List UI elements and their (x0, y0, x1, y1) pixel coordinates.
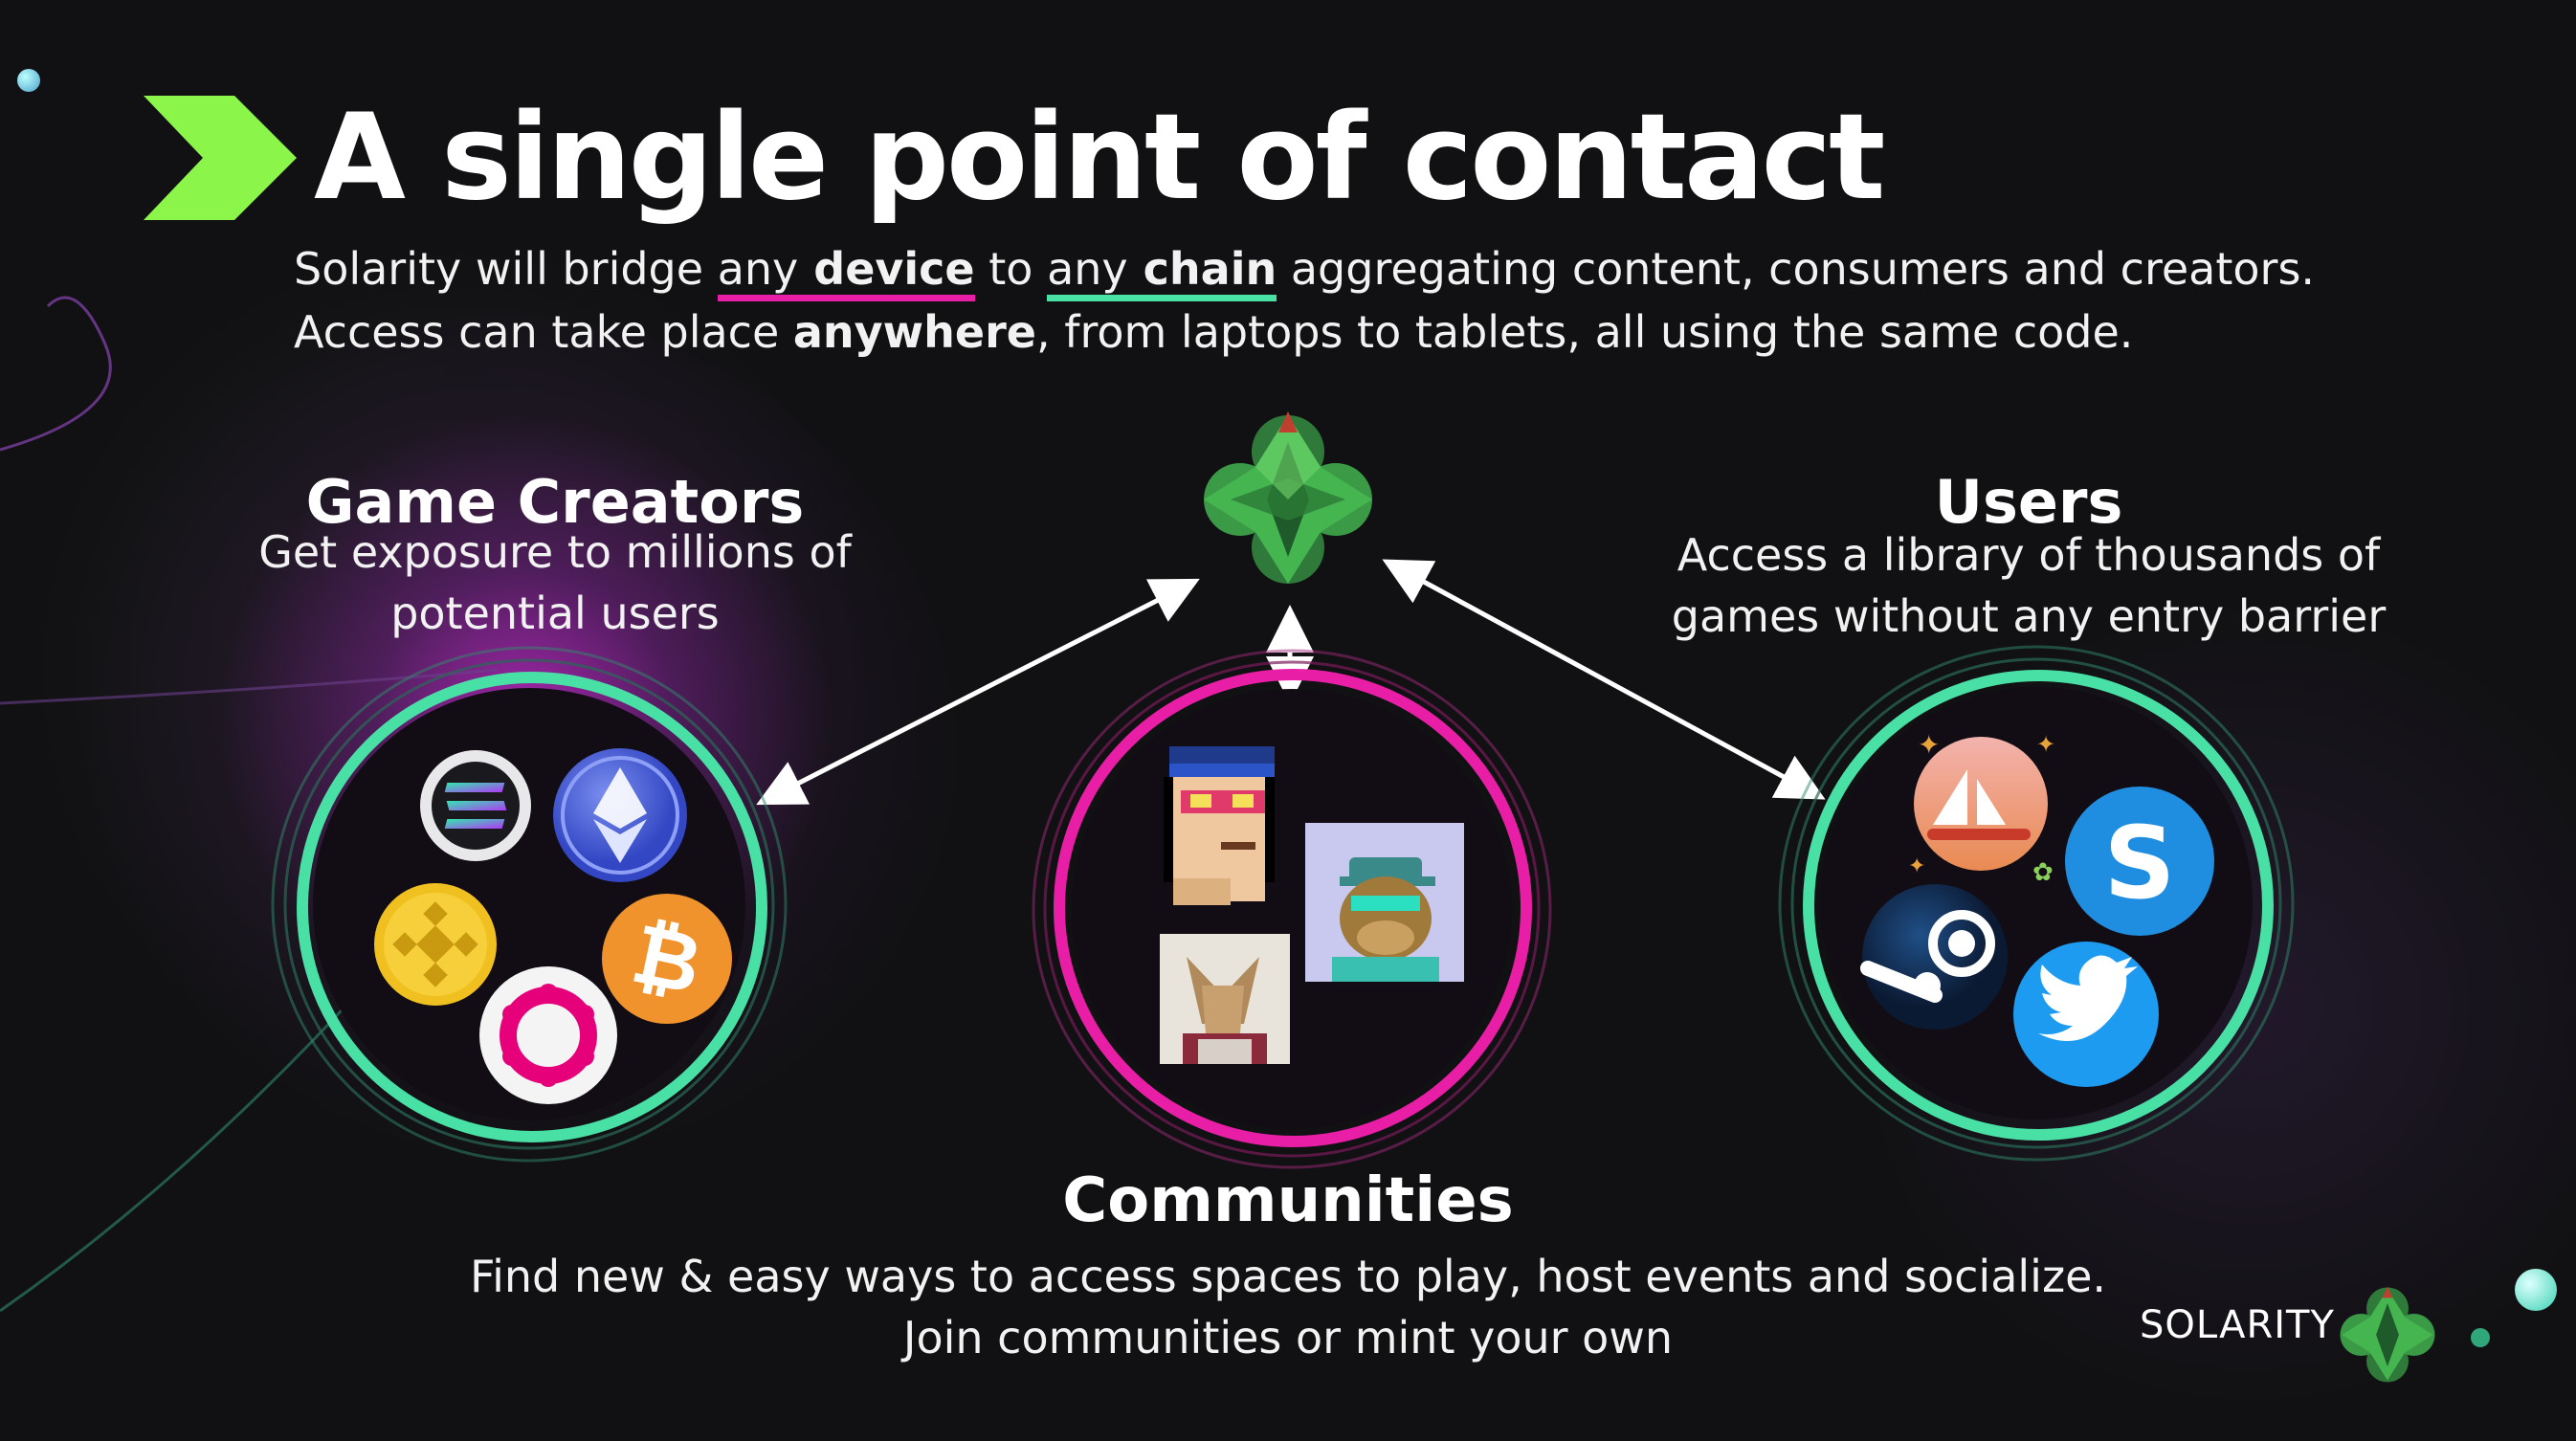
communities-circle (1032, 649, 1552, 1169)
solana-icon (420, 750, 531, 861)
arrow-users-to-hub (1382, 559, 1826, 800)
ape-avatar (1305, 823, 1464, 982)
communities-line-1: Find new & easy ways to access spaces to… (469, 1251, 2107, 1302)
opensea-icon (1914, 737, 2048, 871)
ethereum-icon (553, 748, 687, 882)
communities-heading: Communities (1062, 1165, 1514, 1236)
communities-line-2: Join communities or mint your own (902, 1312, 1674, 1363)
svg-text:✦: ✦ (1908, 854, 1925, 878)
solarity-hub-logo (1204, 411, 1372, 584)
svg-text:✦: ✦ (2036, 731, 2055, 758)
twitter-icon (2013, 942, 2159, 1087)
users-circle: ✦ ✦ ✦ ✿ S (1778, 645, 2295, 1162)
svg-text:✿: ✿ (2032, 858, 2054, 887)
communities-description: Find new & easy ways to access spaces to… (287, 1246, 2289, 1368)
cryptopunk-avatar (1158, 741, 1277, 909)
bitcoin-icon: ₿ (602, 894, 732, 1024)
game-creators-circle: ₿ (271, 646, 788, 1163)
binance-icon (374, 883, 497, 1006)
steam-icon (1860, 884, 2008, 1030)
knight-avatar (1160, 934, 1290, 1064)
polkadot-icon (479, 966, 617, 1104)
solarity-logo-icon (2340, 1286, 2435, 1383)
sandbox-icon: S (2065, 787, 2214, 936)
brand-name: SOLARITY (2140, 1303, 2335, 1347)
svg-text:S: S (2104, 805, 2176, 921)
arrow-creators-to-hub (756, 578, 1200, 806)
